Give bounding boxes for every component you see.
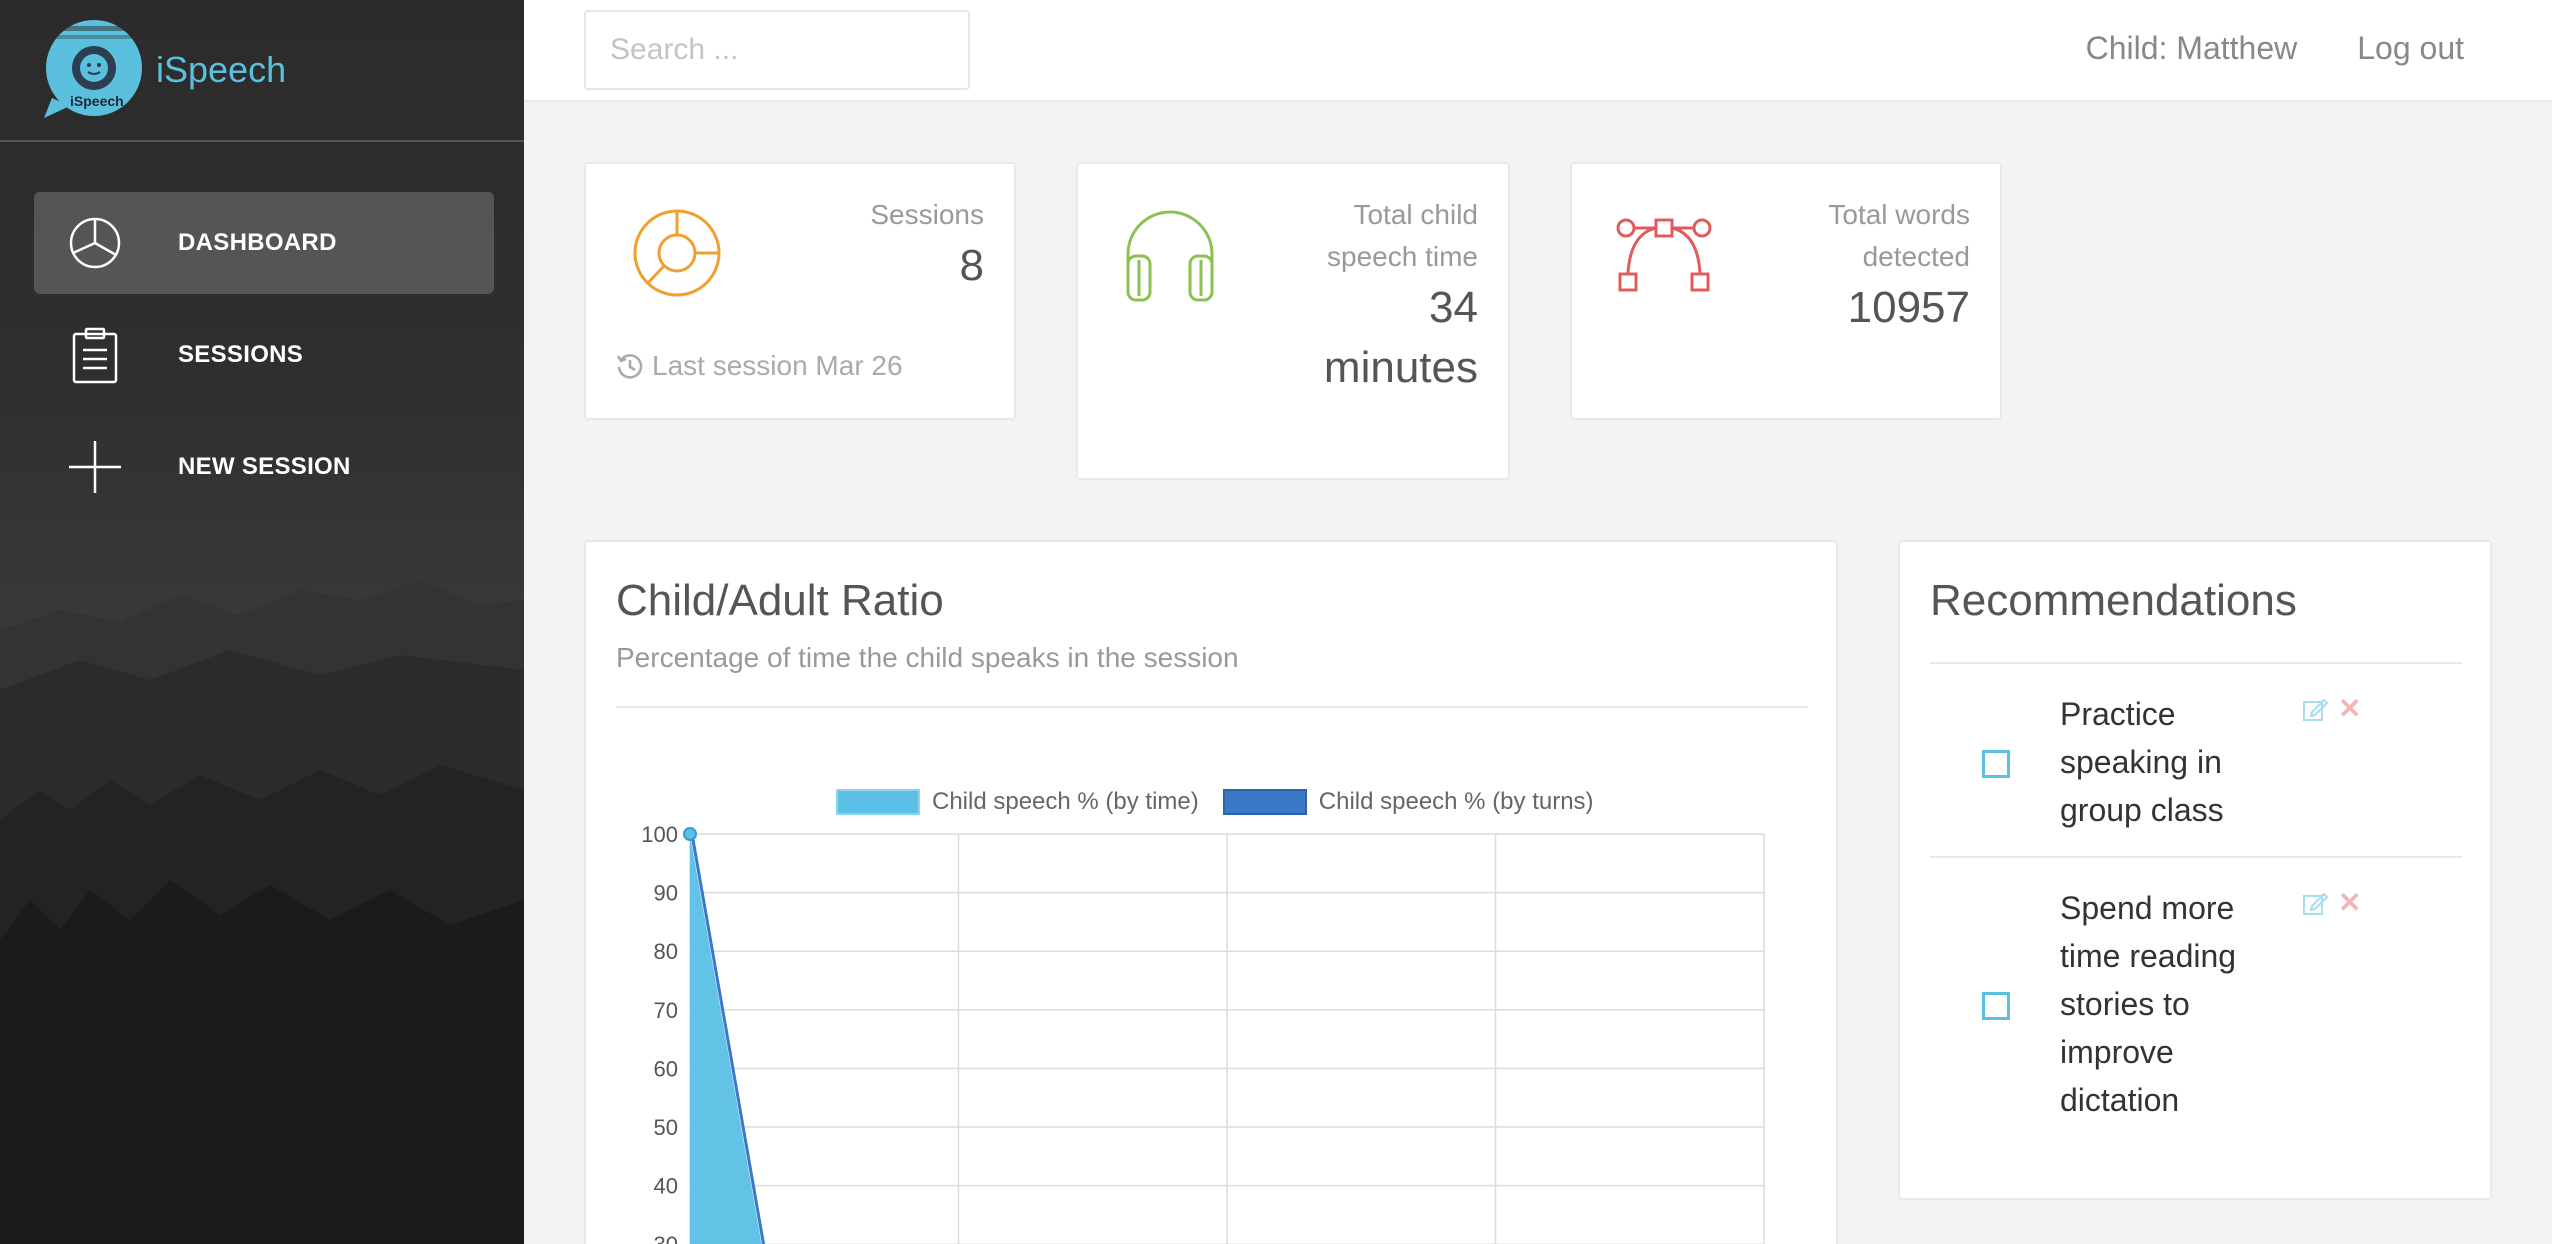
recommendation-item: Spend more time reading stories to impro… <box>1930 884 2462 1144</box>
recommendation-line: group class <box>2060 792 2224 828</box>
legend-swatch <box>1222 789 1307 815</box>
legend-label: Child speech % (by time) <box>932 788 1199 815</box>
speech-time-value: 34 <box>1429 283 1478 332</box>
y-tick-label: 70 <box>654 998 678 1023</box>
pie-chart-icon <box>66 214 124 272</box>
sidebar-background-landscape <box>0 580 524 1244</box>
y-tick-label: 90 <box>654 881 678 906</box>
chart-legend: Child speech % (by time) Child speech % … <box>836 788 1618 816</box>
sidebar-item-label: SESSIONS <box>178 341 304 368</box>
edit-icon[interactable] <box>2302 696 2328 722</box>
panel-divider <box>616 706 1808 708</box>
recommendation-line: Practice <box>2060 696 2176 732</box>
speech-time-label-1: Total child <box>1353 199 1478 230</box>
recommendation-line: speaking in <box>2060 744 2222 780</box>
words-card: Total words detected 10957 <box>1570 162 2002 420</box>
panel-title: Child/Adult Ratio <box>616 576 944 625</box>
y-tick-label: 100 <box>641 822 678 847</box>
headphones-icon <box>1126 210 1214 302</box>
sidebar-item-label: DASHBOARD <box>178 229 337 256</box>
last-session-text: Last session Mar 26 <box>652 350 903 381</box>
legend-swatch <box>836 789 920 815</box>
top-bar: Child: Matthew Log out <box>524 0 2552 102</box>
legend-item-by-turns[interactable]: Child speech % (by turns) <box>1222 788 1594 816</box>
top-right-nav: Child: Matthew Log out <box>2086 30 2464 67</box>
child-adult-ratio-panel: Child/Adult Ratio Percentage of time the… <box>584 540 1838 1244</box>
sessions-label: Sessions <box>870 199 984 230</box>
sidebar-item-dashboard[interactable]: DASHBOARD <box>34 192 494 294</box>
current-child-label[interactable]: Child: Matthew <box>2086 30 2298 67</box>
target-icon <box>633 209 721 297</box>
y-tick-label: 60 <box>654 1056 678 1081</box>
recommendation-text: Spend more time reading stories to impro… <box>2060 884 2290 1124</box>
sidebar: iSpeech iSpeech DASHBOARD SESSIONS NEW S… <box>0 0 524 1244</box>
words-label-1: Total words <box>1828 199 1970 230</box>
plus-icon <box>66 438 124 496</box>
recommendation-text: Practice speaking in group class <box>2060 690 2290 834</box>
sidebar-nav: DASHBOARD SESSIONS NEW SESSION <box>34 192 494 528</box>
recommendations-title: Recommendations <box>1930 576 2297 625</box>
data-point <box>683 827 697 841</box>
speech-time-card: Total child speech time 34 minutes <box>1076 162 1510 480</box>
recommendation-line: Spend more <box>2060 890 2235 926</box>
words-stat: Total words detected 10957 <box>1828 194 1970 338</box>
recommendations-panel: Recommendations Practice speaking in gro… <box>1898 540 2492 1200</box>
panel-subtitle: Percentage of time the child speaks in t… <box>616 642 1239 673</box>
delete-icon[interactable]: ✕ <box>2338 886 2361 919</box>
recommendations-divider <box>1930 662 2462 664</box>
recommendation-checkbox[interactable] <box>1982 750 2010 778</box>
child-adult-ratio-chart: 100 90 80 70 60 50 40 30 <box>641 822 1765 1244</box>
brand[interactable]: iSpeech iSpeech <box>40 18 286 122</box>
recommendation-line: stories to <box>2060 986 2190 1022</box>
y-tick-label: 30 <box>654 1232 678 1244</box>
ispeech-logo-icon: iSpeech <box>44 20 142 118</box>
speech-time-unit: minutes <box>1323 343 1478 392</box>
recommendation-item: Practice speaking in group class ✕ <box>1930 690 2462 850</box>
legend-item-by-time[interactable]: Child speech % (by time) <box>836 788 1199 816</box>
legend-label: Child speech % (by turns) <box>1318 788 1594 815</box>
speech-time-label-2: speech time <box>1327 241 1478 272</box>
delete-icon[interactable]: ✕ <box>2338 692 2361 725</box>
last-session: Last session Mar 26 <box>616 350 903 382</box>
recommendation-line: dictation <box>2060 1082 2180 1118</box>
bezier-curve-icon <box>1616 218 1712 292</box>
sidebar-item-sessions[interactable]: SESSIONS <box>34 304 494 406</box>
history-icon <box>616 354 643 379</box>
recommendation-checkbox[interactable] <box>1982 992 2010 1020</box>
speech-time-stat: Total child speech time 34 minutes <box>1324 194 1478 398</box>
recommendation-line: time reading <box>2060 938 2237 974</box>
brand-divider <box>0 140 524 142</box>
y-tick-label: 50 <box>654 1115 678 1140</box>
y-tick-label: 80 <box>654 939 678 964</box>
search-input[interactable] <box>584 10 970 90</box>
svg-text:iSpeech: iSpeech <box>70 93 124 109</box>
words-label-2: detected <box>1862 241 1970 272</box>
sidebar-item-new-session[interactable]: NEW SESSION <box>34 416 494 518</box>
sessions-value: 8 <box>959 241 984 290</box>
words-value: 10957 <box>1847 283 1970 332</box>
sessions-card: Sessions 8 Last session Mar 26 <box>584 162 1016 420</box>
y-tick-label: 40 <box>654 1174 678 1199</box>
sidebar-item-label: NEW SESSION <box>178 453 351 480</box>
clipboard-icon <box>66 326 124 384</box>
recommendation-line: improve <box>2060 1034 2174 1070</box>
sessions-stat: Sessions 8 <box>870 194 984 296</box>
logout-link[interactable]: Log out <box>2357 30 2464 67</box>
recommendations-item-divider <box>1930 856 2462 858</box>
edit-icon[interactable] <box>2302 890 2328 916</box>
app-name: iSpeech <box>156 49 287 90</box>
